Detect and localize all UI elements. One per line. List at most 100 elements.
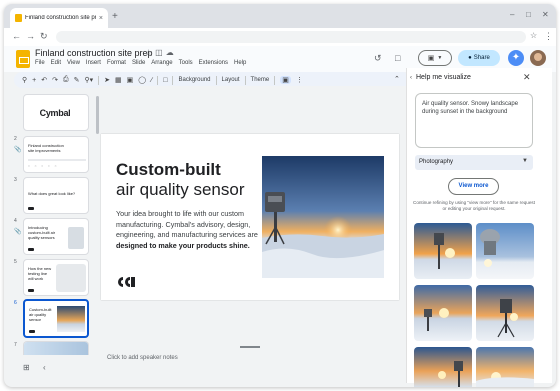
slide-number: 4	[14, 218, 17, 224]
comment-marker-icon[interactable]: 📎	[14, 146, 21, 153]
theme-button[interactable]: Theme	[251, 77, 270, 83]
collapse-filmstrip-icon[interactable]: ‹	[43, 363, 46, 372]
star-icon[interactable]: ☆	[145, 48, 155, 57]
menu-extensions[interactable]: Extensions	[199, 60, 228, 66]
redo-icon[interactable]: ↷	[52, 76, 58, 84]
slide-title-line1[interactable]: Custom-built	[116, 160, 221, 180]
slide-thumbnail-1[interactable]: Cymbal	[23, 94, 89, 131]
cloud-status-icon[interactable]: ☁	[166, 48, 177, 57]
slides-favicon-icon	[15, 14, 22, 22]
menu-slide[interactable]: Slide	[132, 60, 145, 66]
slide-thumbnail-2[interactable]: Finland construction site improvements ○…	[23, 136, 89, 173]
thumb-text: What does great look like?	[28, 191, 76, 196]
menu-arrange[interactable]: Arrange	[151, 60, 172, 66]
toolbar-divider	[157, 75, 159, 85]
back-icon[interactable]: ←	[12, 31, 21, 41]
slide-number: 7	[14, 342, 17, 348]
chevron-down-icon: ▼	[522, 158, 528, 164]
background-button[interactable]: Background	[178, 77, 210, 83]
slide-thumbnail-4[interactable]: Introducing custom-built air quality sen…	[23, 218, 89, 255]
slide-title-line2[interactable]: air quality sensor	[116, 180, 245, 200]
slides-logo-icon[interactable]	[16, 50, 30, 68]
paint-format-icon[interactable]: ✎	[74, 76, 80, 84]
move-folder-icon[interactable]: ◫	[155, 48, 166, 57]
browser-tab[interactable]: Finland construction site prep ×	[10, 8, 108, 28]
undo-icon[interactable]: ↶	[41, 76, 47, 84]
new-tab-button[interactable]: +	[112, 11, 118, 22]
reload-icon[interactable]: ↻	[40, 31, 48, 42]
slide-body[interactable]: Your idea brought to life with our custo…	[116, 209, 266, 251]
speaker-notes-placeholder: Click to add speaker notes	[107, 355, 178, 361]
avatar[interactable]	[530, 50, 546, 66]
menu-tools[interactable]: Tools	[179, 60, 193, 66]
menu-edit[interactable]: Edit	[51, 60, 61, 66]
title-icons: ☆◫☁	[145, 48, 177, 57]
generated-image[interactable]	[414, 347, 472, 387]
search-menus-icon[interactable]: ⚲	[22, 76, 27, 84]
menu-help[interactable]: Help	[234, 60, 246, 66]
view-more-button[interactable]: View more	[448, 178, 499, 195]
close-window-icon[interactable]: ✕	[542, 10, 549, 19]
prompt-input[interactable]: Air quality sensor. Snowy landscape duri…	[415, 93, 533, 148]
generated-image[interactable]	[476, 223, 534, 279]
collapse-toolbar-icon[interactable]: ⌃	[394, 75, 400, 83]
thumb-text: Introducing custom-built air quality sen…	[28, 225, 56, 240]
document-title[interactable]: Finland construction site prep	[35, 48, 153, 58]
image-icon[interactable]: ▣	[127, 76, 134, 84]
generated-image[interactable]	[476, 347, 534, 387]
slide-number: 2	[14, 136, 17, 142]
text-box-icon[interactable]: ▦	[115, 76, 122, 84]
slide-thumbnail-5[interactable]: How the new testing line will work	[23, 259, 89, 296]
slide-body-text: Your idea brought to life with our custo…	[116, 209, 258, 239]
tab-strip: Finland construction site prep × + – □ ✕	[4, 4, 556, 28]
zoom-icon[interactable]: ⚲▾	[84, 76, 93, 84]
sensor-sunset-image[interactable]	[262, 156, 384, 278]
collapse-chevron-icon[interactable]: ‹	[410, 75, 412, 81]
shape-icon[interactable]: ◯	[138, 76, 146, 84]
menu-insert[interactable]: Insert	[86, 60, 101, 66]
slide-body-emphasis: designed to make your products shine.	[116, 240, 250, 250]
cymbal-logo-icon	[118, 277, 135, 287]
close-tab-icon[interactable]: ×	[99, 15, 103, 22]
browser-menu-icon[interactable]: ⋮	[544, 31, 553, 42]
bookmark-star-icon[interactable]: ☆	[530, 31, 537, 40]
video-camera-icon: ▣	[427, 55, 435, 62]
thumb-logo	[28, 248, 34, 251]
forward-icon[interactable]: →	[26, 31, 35, 41]
slide-thumbnail-7[interactable]	[23, 341, 89, 355]
toolbar-divider	[172, 75, 174, 85]
layout-button[interactable]: Layout	[222, 77, 240, 83]
address-bar[interactable]	[56, 31, 526, 43]
slide-thumbnail-3[interactable]: What does great look like?	[23, 177, 89, 214]
close-icon[interactable]: ✕	[523, 72, 531, 83]
generated-image[interactable]	[414, 285, 472, 341]
line-icon[interactable]: ∕	[151, 77, 152, 84]
menu-format[interactable]: Format	[107, 60, 126, 66]
add-comment-icon[interactable]: □	[163, 77, 167, 84]
version-history-icon[interactable]: ↺	[374, 53, 382, 64]
comments-icon[interactable]: □	[395, 53, 400, 63]
meet-button[interactable]: ▣ ▼	[418, 50, 452, 66]
current-slide[interactable]: Custom-built air quality sensor Your ide…	[101, 134, 399, 300]
slide-thumbnail-6[interactable]: Custom-built air quality sensor	[23, 299, 89, 338]
menu-view[interactable]: View	[67, 60, 80, 66]
gemini-icon[interactable]: ✦	[508, 50, 524, 66]
style-dropdown[interactable]: Photography ▼	[415, 155, 533, 170]
comment-marker-icon[interactable]: 📎	[14, 228, 21, 235]
thumb-rule	[28, 159, 86, 161]
help-me-visualize-icon[interactable]: ▣	[280, 76, 291, 84]
thumb-image	[56, 264, 86, 292]
share-button[interactable]: ● Share	[458, 50, 500, 66]
minimize-icon[interactable]: –	[510, 10, 514, 19]
select-tool-icon[interactable]: ➤	[104, 76, 110, 84]
panel-title-text: Help me visualize	[416, 74, 471, 81]
maximize-icon[interactable]: □	[526, 10, 531, 19]
grid-view-icon[interactable]: ⊞	[23, 363, 30, 372]
new-slide-icon[interactable]: +	[32, 77, 36, 84]
generated-image[interactable]	[476, 285, 534, 341]
more-options-icon[interactable]: ⋮	[296, 76, 303, 84]
panel-title: ‹ Help me visualize	[410, 74, 471, 81]
generated-image[interactable]	[414, 223, 472, 279]
menu-file[interactable]: File	[35, 60, 45, 66]
print-icon[interactable]: ⎙	[63, 76, 69, 84]
